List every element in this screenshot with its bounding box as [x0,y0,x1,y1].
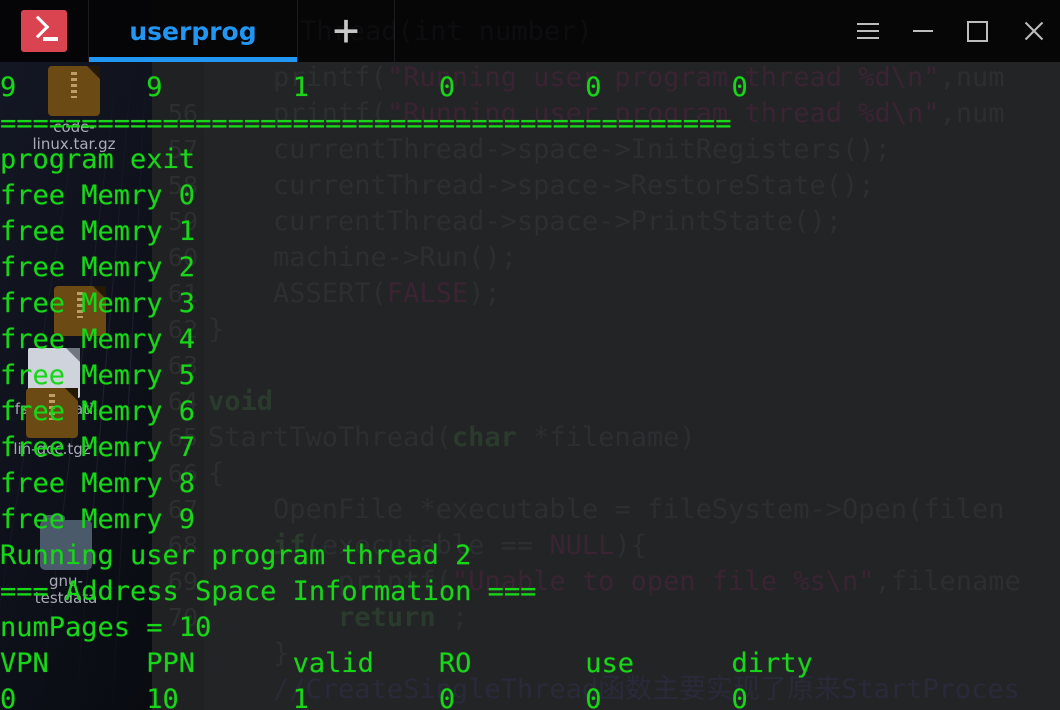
terminal-line: free Memry 6 [0,396,196,427]
prompt-chevron-icon [26,15,50,39]
screen-root: code- linux.tar.gzfs-docstatilin-gcc.tgz… [0,0,1060,710]
terminal-line: === Address Space Information === [0,576,537,607]
terminal-line: free Memry 4 [0,324,196,355]
terminal-line: free Memry 2 [0,252,196,283]
terminal-line: 0 10 1 0 0 0 [0,684,748,710]
tab-userprog[interactable]: userprog [89,0,298,62]
terminal-output-area[interactable]: 9 9 1 0 0 0 =============================… [0,62,1060,710]
window-controls[interactable] [840,0,1060,62]
terminal-line: free Memry 5 [0,360,196,391]
terminal-line: free Memry 3 [0,288,196,319]
terminal-window[interactable]: Thread(int number) userprog + 9 9 1 0 0 … [0,0,1060,710]
terminal-line: 9 9 1 0 0 0 [0,72,748,103]
app-icon-container[interactable] [0,0,89,62]
terminal-line: free Memry 9 [0,504,196,535]
terminal-line: free Memry 0 [0,180,196,211]
minimize-button[interactable] [895,0,950,62]
hamburger-menu-button[interactable] [840,0,895,62]
terminal-line: numPages = 10 [0,612,212,643]
titlebar-spacer [395,0,840,62]
terminal-line: free Memry 7 [0,432,196,463]
terminal-line: Running user program thread 2 [0,540,472,571]
prompt-cursor-icon [43,37,58,41]
hamburger-menu-icon [856,23,879,39]
close-icon [1022,20,1044,42]
terminal-prompt-icon[interactable] [21,10,67,52]
terminal-line: ========================================… [0,108,732,139]
new-tab-button[interactable]: + [298,0,395,62]
minimize-icon [912,30,933,32]
maximize-icon [967,20,988,42]
terminal-line: free Memry 1 [0,216,196,247]
terminal-titlebar[interactable]: Thread(int number) userprog + [0,0,1060,62]
terminal-line: VPN PPN valid RO use dirty [0,648,813,679]
tab-label: userprog [129,16,257,46]
terminal-line: program exit [0,144,196,175]
terminal-line: free Memry 8 [0,468,196,499]
new-tab-label: + [332,4,360,56]
maximize-button[interactable] [950,0,1005,62]
close-button[interactable] [1005,0,1060,62]
